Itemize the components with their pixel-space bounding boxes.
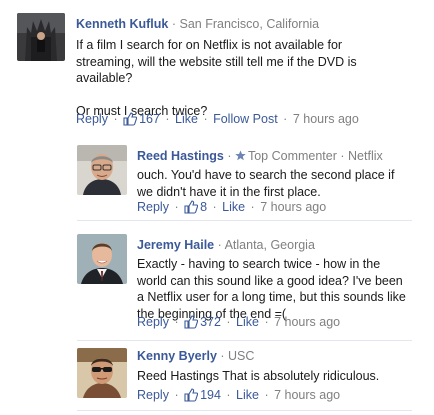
author-location: USC [228,349,255,363]
comment-kenny-byerly: Kenny Byerly · USC Reed Hastings That is… [0,341,434,415]
avatar-kenny-byerly[interactable] [77,348,127,398]
author-separator: · [340,149,349,163]
like-count[interactable]: 194 [200,388,221,402]
action-separator: · [260,388,273,402]
timestamp[interactable]: 7 hours ago [274,388,340,402]
star-icon [235,150,246,161]
comment-paragraph: If a film I search for on Netflix is not… [76,38,357,85]
avatar-kenneth-kufluk[interactable] [17,13,65,61]
reply-link[interactable]: Reply [76,112,108,126]
comment-paragraph: ouch. You'd have to search the second pl… [137,168,395,199]
comment-kenneth-kufluk: Kenneth Kufluk · San Francisco, Californ… [0,0,434,130]
comment-paragraph: Exactly - having to search twice - how i… [137,257,406,321]
comment-actions: Reply · 372 · Like · 7 hours ago [137,314,340,330]
author-separator: · [217,238,225,252]
reply-link[interactable]: Reply [137,315,169,329]
comment-body: ouch. You'd have to search the second pl… [137,167,401,200]
action-separator: · [222,315,235,329]
thumbs-up-icon [184,315,199,329]
comment-header: Kenny Byerly · USC [137,348,254,364]
action-separator: · [222,388,235,402]
comment-actions: Reply · 194 · Like · 7 hours ago [137,387,340,403]
author-separator: · [220,349,229,363]
comment-header: Kenneth Kufluk · San Francisco, Californ… [76,16,319,32]
thumbs-up-icon [123,112,138,126]
author-location: San Francisco, California [179,17,320,31]
comment-header: Jeremy Haile · Atlanta, Georgia [137,237,315,253]
comment-body: Reed Hastings That is absolutely ridicul… [137,368,409,385]
author-name[interactable]: Kenneth Kufluk [76,17,168,31]
thumbs-up-icon [184,200,199,214]
throne-photo-icon [17,13,65,61]
comment-actions: Reply · 8 · Like · 7 hours ago [137,199,326,215]
like-link[interactable]: Like [236,315,259,329]
thumbs-up-icon [184,388,199,402]
action-separator: · [247,200,259,214]
timestamp[interactable]: 7 hours ago [260,200,326,214]
like-link[interactable]: Like [236,388,259,402]
author-separator: · [227,149,235,163]
action-separator: · [199,112,212,126]
like-link[interactable]: Like [222,200,245,214]
author-name[interactable]: Reed Hastings [137,149,224,163]
author-name[interactable]: Jeremy Haile [137,238,214,252]
like-count[interactable]: 8 [200,200,207,214]
man-suit-photo-icon [77,234,127,284]
avatar-reed-hastings[interactable] [77,145,127,195]
follow-post-link[interactable]: Follow Post [213,112,278,126]
reply-link[interactable]: Reply [137,200,169,214]
timestamp[interactable]: 7 hours ago [274,315,340,329]
author-location: Atlanta, Georgia [224,238,315,252]
author-name[interactable]: Kenny Byerly [137,349,217,363]
comment-body: If a film I search for on Netflix is not… [76,37,392,119]
comment-actions: Reply · 167 · Like · Follow Post · 7 hou… [76,111,359,127]
comment-body: Exactly - having to search twice - how i… [137,256,409,322]
man-sunglasses-photo-icon [77,348,127,398]
action-separator: · [170,388,183,402]
comment-reed-hastings: Reed Hastings · Top Commenter · Netflix … [0,130,434,220]
action-separator: · [170,200,183,214]
action-separator: · [260,315,273,329]
avatar-jeremy-haile[interactable] [77,234,127,284]
like-link[interactable]: Like [175,112,198,126]
top-commenter-badge: Top Commenter [247,149,337,163]
comment-header: Reed Hastings · Top Commenter · Netflix [137,148,383,164]
action-separator: · [209,200,221,214]
comment-paragraph: Reed Hastings That is absolutely ridicul… [137,369,380,383]
action-separator: · [170,315,183,329]
comment-jeremy-haile: Jeremy Haile · Atlanta, Georgia Exactly … [0,221,434,341]
action-separator: · [279,112,291,126]
comment-divider [77,410,412,411]
timestamp[interactable]: 7 hours ago [293,112,359,126]
like-count[interactable]: 167 [139,112,160,126]
reply-link[interactable]: Reply [137,388,169,402]
action-separator: · [109,112,122,126]
man-glasses-photo-icon [77,145,127,195]
action-separator: · [161,112,174,126]
like-count[interactable]: 372 [200,315,221,329]
author-org: Netflix [348,149,383,163]
